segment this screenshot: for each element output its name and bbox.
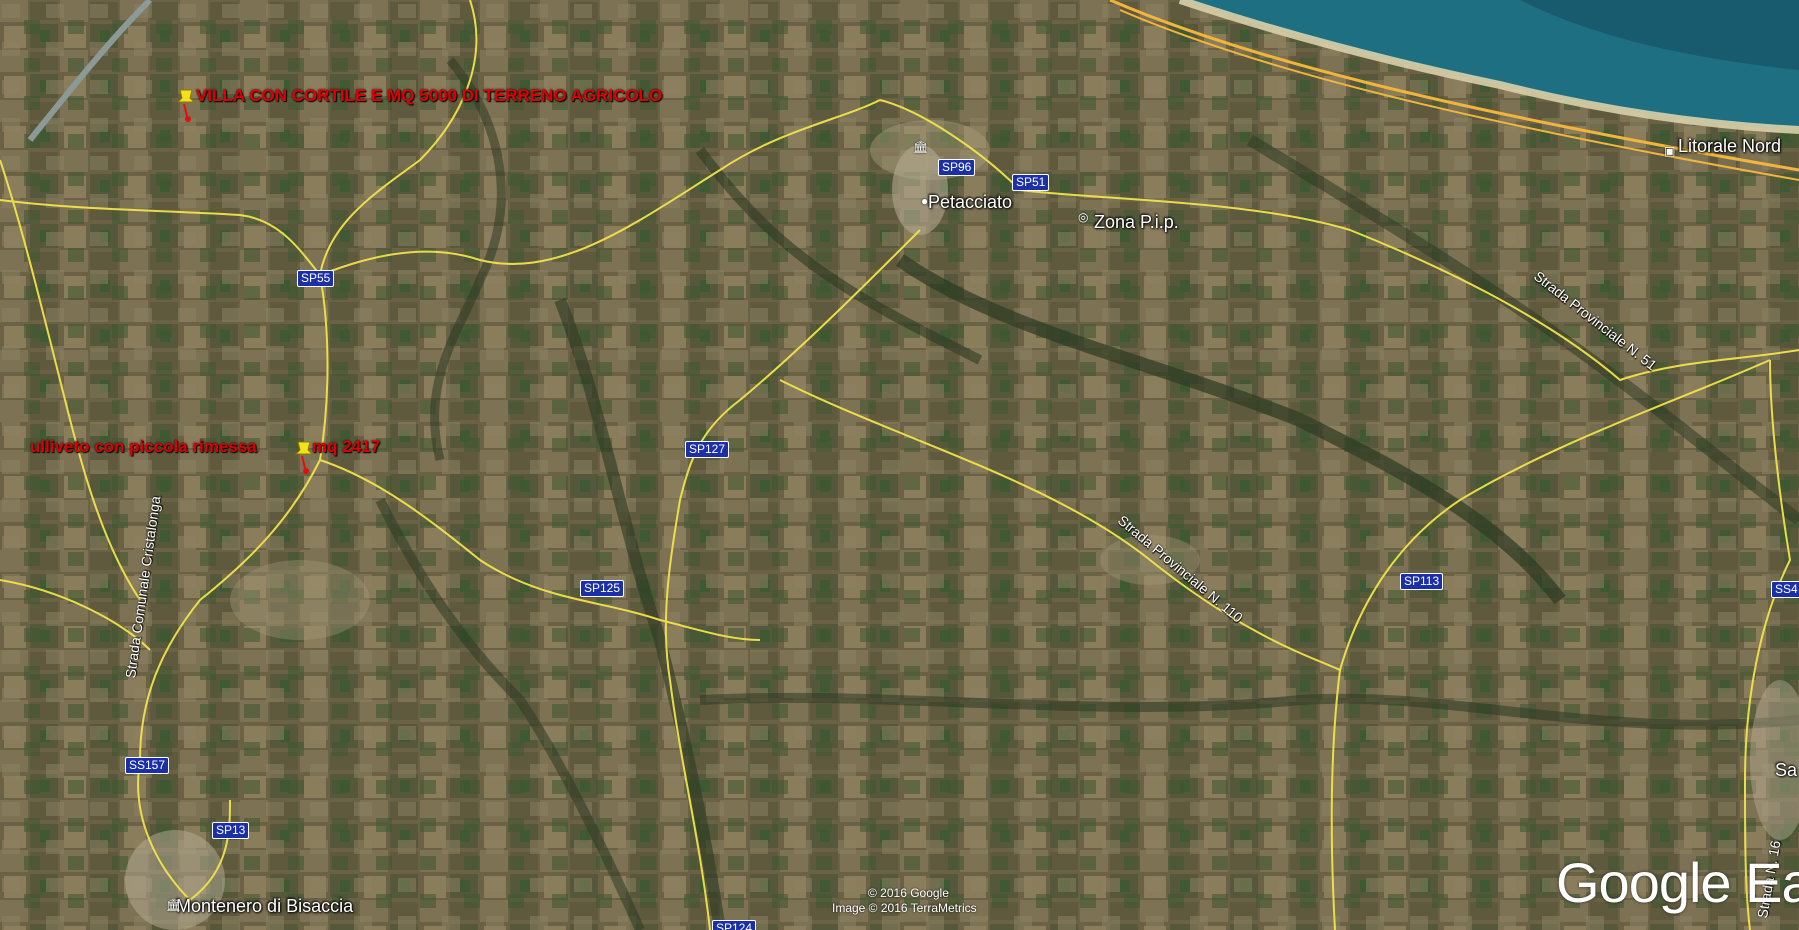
road-shield-sp13: SP13: [212, 822, 250, 839]
train-station-icon: ▣: [1664, 144, 1676, 158]
copyright-google: © 2016 Google: [868, 886, 949, 900]
location-dot-icon: ◎: [1078, 210, 1089, 224]
place-label-zona-pip: Zona P.i.p.: [1094, 212, 1179, 232]
place-label-montenero: Montenero di Bisaccia: [176, 896, 354, 916]
place-label-petacciato: Petacciato: [928, 192, 1013, 212]
road-shield-sp127: SP127: [685, 441, 730, 458]
placemark-label-villa[interactable]: VILLA CON CORTILE E MQ 5000 DI TERRENO A…: [196, 86, 662, 106]
landmark-icon: 🏛: [913, 140, 929, 154]
placemark-label-uliveto[interactable]: ulliveto con piccola rimessa: [30, 437, 257, 457]
road-shield-partial: SS4: [1771, 581, 1799, 598]
road-shield-sp113: SP113: [1400, 573, 1444, 590]
google-earth-logo: Google Earth: [1556, 851, 1799, 914]
place-label-litorale-nord: Litorale Nord: [1678, 136, 1782, 156]
road-shield-sp55: SP55: [297, 270, 335, 287]
location-dot-icon: ●: [921, 194, 929, 208]
satellite-imagery: [0, 0, 1799, 930]
road-shield-sp96: SP96: [938, 159, 976, 176]
placemark-label-uliveto-area[interactable]: mq 2417: [312, 437, 380, 457]
road-shield-sp51: SP51: [1012, 174, 1050, 191]
road-shield-bottom: SP124: [712, 920, 757, 930]
map-view[interactable]: VILLA CON CORTILE E MQ 5000 DI TERRENO A…: [0, 0, 1799, 930]
road-shield-ss157: SS157: [125, 757, 170, 774]
landmark-icon: 🏛: [166, 898, 182, 912]
road-shield-sp125: SP125: [580, 580, 625, 597]
pushpin-icon[interactable]: [176, 88, 198, 122]
place-label-partial: Sa: [1775, 760, 1798, 780]
copyright-imagery: Image © 2016 TerraMetrics: [832, 901, 977, 915]
